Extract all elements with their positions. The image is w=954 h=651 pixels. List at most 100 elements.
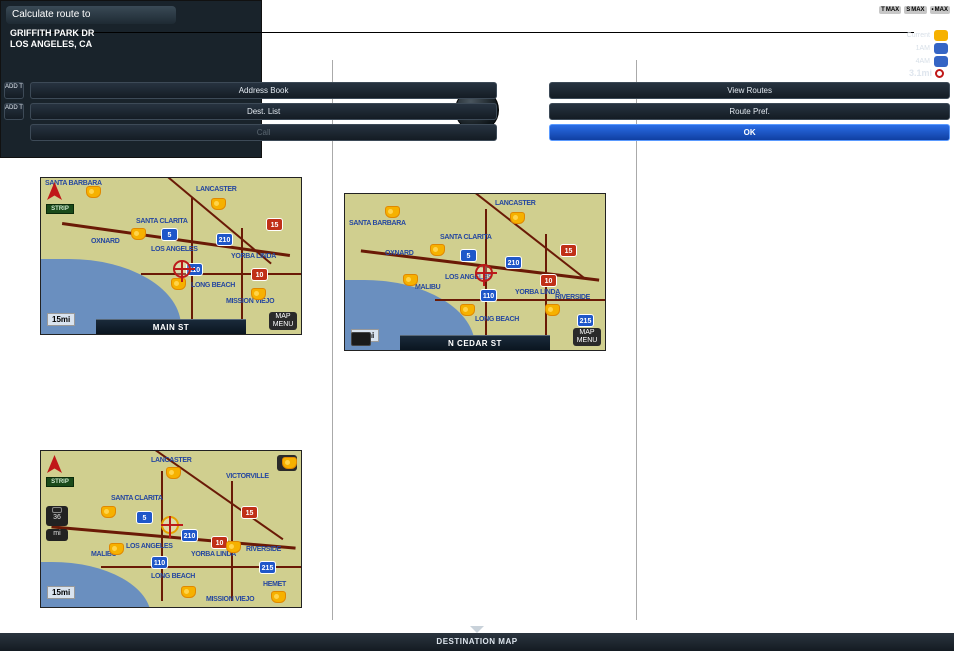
road — [161, 471, 163, 601]
divider-horizontal — [40, 32, 914, 33]
badge-max-3: •MAX — [930, 6, 950, 14]
weather-sun-icon — [430, 244, 445, 256]
nav-destination-line1: GRIFFITH PARK DR — [10, 28, 94, 39]
map-menu-button[interactable]: MAP MENU — [573, 328, 601, 346]
cursor-distance-value: 36 — [53, 514, 61, 521]
weather-sun-icon — [171, 278, 186, 290]
nav-button-row: ADD TO Address Book View Routes — [4, 82, 950, 99]
route-pref-button[interactable]: Route Pref. — [549, 103, 950, 120]
road — [141, 273, 301, 275]
highway-shield: 15 — [266, 218, 283, 231]
place-label: YORBA LINDA — [515, 289, 560, 296]
gps-target-icon — [161, 516, 179, 534]
map-c[interactable]: SANTA BARBARA LANCASTER SANTA CLARITA LO… — [344, 193, 606, 351]
strip-button[interactable]: STRIP — [46, 477, 74, 487]
badge-prefix: • — [932, 7, 934, 13]
nav-calculate-route: Calculate route to TMAX SMAX •MAX GRIFFI… — [0, 0, 262, 158]
highway-shield: 5 — [161, 228, 178, 241]
view-routes-button[interactable]: View Routes — [549, 82, 950, 99]
nav-destination-line2: LOS ANGELES, CA — [10, 39, 94, 50]
nav-footer[interactable]: DESTINATION MAP — [0, 633, 954, 651]
weather-row: Current — [884, 30, 948, 41]
cursor-distance-unit: mi — [53, 530, 60, 537]
cursor-distance-chip[interactable]: 36 — [46, 506, 68, 526]
map-b[interactable]: LANCASTER VICTORVILLE SANTA CLARITA LOS … — [40, 450, 302, 608]
destination-flag-icon — [935, 69, 944, 78]
weather-sun-icon — [934, 30, 948, 41]
highway-shield: 215 — [259, 561, 276, 574]
weather-sun-icon — [109, 543, 124, 555]
gps-cursor-icon — [173, 260, 191, 278]
weather-sun-icon — [385, 206, 400, 218]
weather-sun-icon — [181, 586, 196, 598]
place-label: OXNARD — [385, 250, 414, 257]
map-menu-line1: MAP — [272, 313, 294, 321]
highway-shield: 215 — [577, 314, 594, 327]
place-label: LOS ANGELES — [151, 246, 198, 253]
place-label: MISSION VIEJO — [226, 298, 274, 305]
chevron-down-icon[interactable] — [470, 626, 484, 633]
call-button[interactable]: Call — [30, 124, 497, 141]
nav-destination: GRIFFITH PARK DR LOS ANGELES, CA — [10, 28, 94, 50]
ok-button[interactable]: OK — [549, 124, 950, 141]
highway-shield: 10 — [251, 268, 268, 281]
cursor-icon — [52, 507, 62, 513]
dest-list-button[interactable]: Dest. List — [30, 103, 497, 120]
place-label: LANCASTER — [495, 200, 535, 207]
highway-shield: 110 — [151, 556, 168, 569]
highway-shield: 210 — [216, 233, 233, 246]
gps-cursor-icon — [475, 264, 493, 282]
strip-button[interactable]: STRIP — [46, 204, 74, 214]
street-name-bar: N CEDAR ST — [400, 335, 550, 350]
weather-sun-icon — [460, 304, 475, 316]
place-label: SANTA CLARITA — [440, 234, 492, 241]
place-label: LONG BEACH — [475, 316, 519, 323]
weather-sun-icon — [510, 212, 525, 224]
weather-sun-icon — [251, 288, 266, 300]
place-label: MALIBU — [415, 284, 440, 291]
address-book-button[interactable]: Address Book — [30, 82, 497, 99]
nav-button-row: Call OK — [4, 124, 950, 141]
place-label: LANCASTER — [151, 457, 191, 464]
place-label: SANTA CLARITA — [111, 495, 163, 502]
weather-toggle-button[interactable] — [277, 455, 297, 471]
highway-shield: 210 — [505, 256, 522, 269]
weather-time: 1AM — [900, 45, 930, 52]
weather-sun-icon — [211, 198, 226, 210]
weather-time: 4AM — [900, 58, 930, 65]
badge-prefix: T — [881, 7, 885, 13]
place-label: RIVERSIDE — [555, 294, 590, 301]
place-label: LANCASTER — [196, 186, 236, 193]
highway-shield: 15 — [241, 506, 258, 519]
map-a[interactable]: SANTA BARBARA LANCASTER SANTA CLARITA LO… — [40, 177, 302, 335]
place-label: LONG BEACH — [191, 282, 235, 289]
place-label: HEMET — [263, 581, 286, 588]
weather-sun-icon — [282, 457, 297, 469]
place-label: SANTA CLARITA — [136, 218, 188, 225]
weather-sun-icon — [86, 186, 101, 198]
map-menu-line1: MAP — [576, 329, 598, 337]
map-menu-button[interactable]: MAP MENU — [269, 312, 297, 330]
weather-sun-icon — [403, 274, 418, 286]
weather-sun-icon — [271, 591, 286, 603]
cursor-distance-unit-chip: mi — [46, 529, 68, 541]
badge-max-1: TMAX — [879, 6, 901, 14]
weather-sun-icon — [166, 467, 181, 479]
camera-button[interactable] — [351, 332, 371, 346]
highway-shield: 10 — [540, 274, 557, 287]
place-label: LOS ANGELES — [126, 543, 173, 550]
scale-indicator[interactable]: 15mi — [47, 586, 75, 599]
place-label: SANTA BARBARA — [349, 220, 406, 227]
badge-text: MAX — [911, 7, 924, 13]
scale-indicator[interactable]: 15mi — [47, 313, 75, 326]
place-label: VICTORVILLE — [226, 473, 269, 480]
highway-shield: 15 — [560, 244, 577, 257]
place-label: MISSION VIEJO — [206, 596, 254, 603]
badge-prefix: S — [906, 7, 910, 13]
place-label: LONG BEACH — [151, 573, 195, 580]
nav-distance-value: 3.1mi — [909, 68, 932, 78]
highway-shield: 210 — [181, 529, 198, 542]
weather-sun-icon — [545, 304, 560, 316]
add-to-prefix: ADD TO — [4, 103, 24, 120]
street-name-bar: MAIN ST — [96, 319, 246, 334]
